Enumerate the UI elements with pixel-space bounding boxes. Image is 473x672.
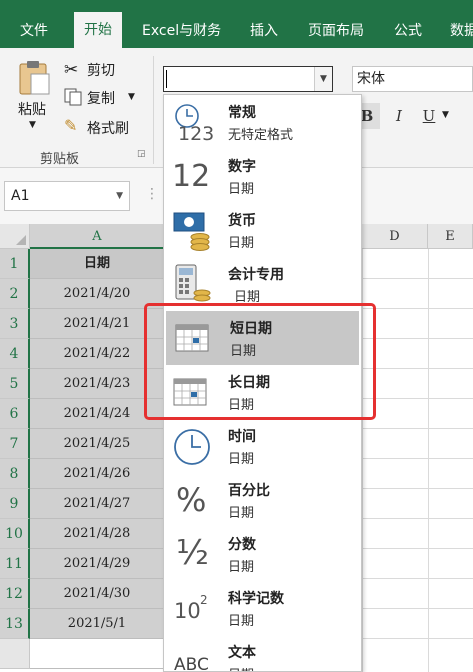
dialog-launcher-icon[interactable]: ◲ bbox=[137, 149, 146, 159]
format-item-time[interactable]: 时间 日期 bbox=[164, 419, 361, 473]
currency-icon bbox=[170, 209, 216, 251]
tab-data[interactable]: 数据 bbox=[450, 14, 473, 48]
font-name-value: 宋体 bbox=[357, 71, 385, 87]
row-header[interactable]: 13 bbox=[0, 609, 30, 639]
name-box[interactable]: A1 ▼ bbox=[4, 181, 130, 211]
format-item-general[interactable]: 123 常规 无特定格式 bbox=[164, 95, 361, 149]
row-header[interactable]: 6 bbox=[0, 399, 30, 429]
chevron-down-icon[interactable]: ▼ bbox=[116, 182, 123, 210]
number-12-icon: 12 bbox=[172, 159, 211, 194]
highlight-annotation-box bbox=[144, 303, 376, 420]
clock-icon bbox=[170, 425, 216, 467]
format-item-currency[interactable]: 货币 日期 bbox=[164, 203, 361, 257]
date-cell[interactable]: 2021/4/28 bbox=[30, 519, 165, 549]
percent-icon: % bbox=[176, 481, 207, 519]
copy-button[interactable]: 复制 bbox=[87, 88, 115, 108]
row-header[interactable]: 7 bbox=[0, 429, 30, 459]
chevron-down-icon[interactable]: ▼ bbox=[314, 67, 332, 91]
date-cell[interactable]: 2021/4/25 bbox=[30, 429, 165, 459]
date-cell[interactable]: 2021/4/30 bbox=[30, 579, 165, 609]
tab-file[interactable]: 文件 bbox=[20, 14, 48, 48]
date-cell[interactable]: 2021/4/27 bbox=[30, 489, 165, 519]
row-header[interactable]: 10 bbox=[0, 519, 30, 549]
tab-insert[interactable]: 插入 bbox=[250, 14, 278, 48]
ribbon-separator bbox=[153, 56, 154, 164]
row-header[interactable]: 2 bbox=[0, 279, 30, 309]
tab-page-layout[interactable]: 页面布局 bbox=[308, 14, 364, 48]
formula-bar-dots-icon: ⋮ bbox=[145, 186, 159, 202]
clipboard-group-label: 剪贴板 bbox=[40, 152, 80, 167]
text-caret bbox=[166, 70, 167, 88]
column-header-a[interactable]: A bbox=[30, 224, 165, 249]
underline-chevron-icon[interactable]: ▼ bbox=[442, 110, 449, 120]
row-header[interactable]: 9 bbox=[0, 489, 30, 519]
format-item-text[interactable]: ABC 文本 日期 bbox=[164, 635, 361, 672]
scientific-icon: 10 2 bbox=[174, 593, 208, 623]
number-format-combo[interactable]: ▼ bbox=[163, 66, 333, 92]
fraction-icon: ½ bbox=[176, 533, 209, 573]
row-header[interactable]: 4 bbox=[0, 339, 30, 369]
text-abc-icon: ABC bbox=[174, 655, 209, 672]
italic-button[interactable]: I bbox=[386, 103, 412, 129]
empty-cell[interactable] bbox=[30, 639, 165, 669]
date-cell[interactable]: 2021/4/29 bbox=[30, 549, 165, 579]
row-header[interactable]: 1 bbox=[0, 249, 30, 279]
format-painter-button[interactable]: 格式刷 bbox=[87, 118, 129, 138]
underline-button[interactable]: U bbox=[416, 103, 442, 129]
date-cell[interactable]: 2021/4/26 bbox=[30, 459, 165, 489]
column-header-d[interactable]: D bbox=[362, 224, 428, 249]
ribbon-tab-bar: 文件 开始 Excel与财务 插入 页面布局 公式 数据 bbox=[0, 0, 473, 48]
format-item-number[interactable]: 12 数字 日期 bbox=[164, 149, 361, 203]
copy-icon bbox=[64, 88, 82, 106]
cut-button[interactable]: 剪切 bbox=[87, 60, 115, 80]
header-cell-date[interactable]: 日期 bbox=[30, 249, 165, 279]
column-header-e[interactable]: E bbox=[428, 224, 473, 249]
tab-home[interactable]: 开始 bbox=[74, 12, 122, 48]
date-cell[interactable]: 2021/5/1 bbox=[30, 609, 165, 639]
format-item-percent[interactable]: % 百分比 日期 bbox=[164, 473, 361, 527]
format-item-fraction[interactable]: ½ 分数 日期 bbox=[164, 527, 361, 581]
format-painter-icon: ✎ bbox=[64, 116, 78, 135]
calculator-icon bbox=[170, 263, 216, 305]
row-header[interactable]: 5 bbox=[0, 369, 30, 399]
copy-dropdown-chevron-icon[interactable]: ▼ bbox=[128, 92, 135, 102]
scissors-icon: ✂ bbox=[64, 60, 79, 80]
font-name-combo[interactable]: 宋体 bbox=[352, 66, 473, 92]
tab-excel-finance[interactable]: Excel与财务 bbox=[142, 14, 221, 48]
row-header[interactable]: 8 bbox=[0, 459, 30, 489]
row-header[interactable]: 11 bbox=[0, 549, 30, 579]
name-box-value: A1 bbox=[11, 188, 30, 204]
select-all-button[interactable] bbox=[0, 224, 30, 249]
tab-formulas[interactable]: 公式 bbox=[394, 14, 422, 48]
paste-label: 粘贴 bbox=[18, 102, 46, 118]
row-header[interactable]: 3 bbox=[0, 309, 30, 339]
paste-button[interactable]: 粘贴 ▼ bbox=[10, 58, 56, 138]
chevron-down-icon: ▼ bbox=[29, 120, 36, 130]
format-item-scientific[interactable]: 10 2 科学记数 日期 bbox=[164, 581, 361, 635]
clock-123-icon: 123 bbox=[170, 101, 216, 145]
clipboard-icon bbox=[19, 61, 50, 95]
row-header[interactable]: 12 bbox=[0, 579, 30, 609]
row-header[interactable] bbox=[0, 639, 30, 669]
